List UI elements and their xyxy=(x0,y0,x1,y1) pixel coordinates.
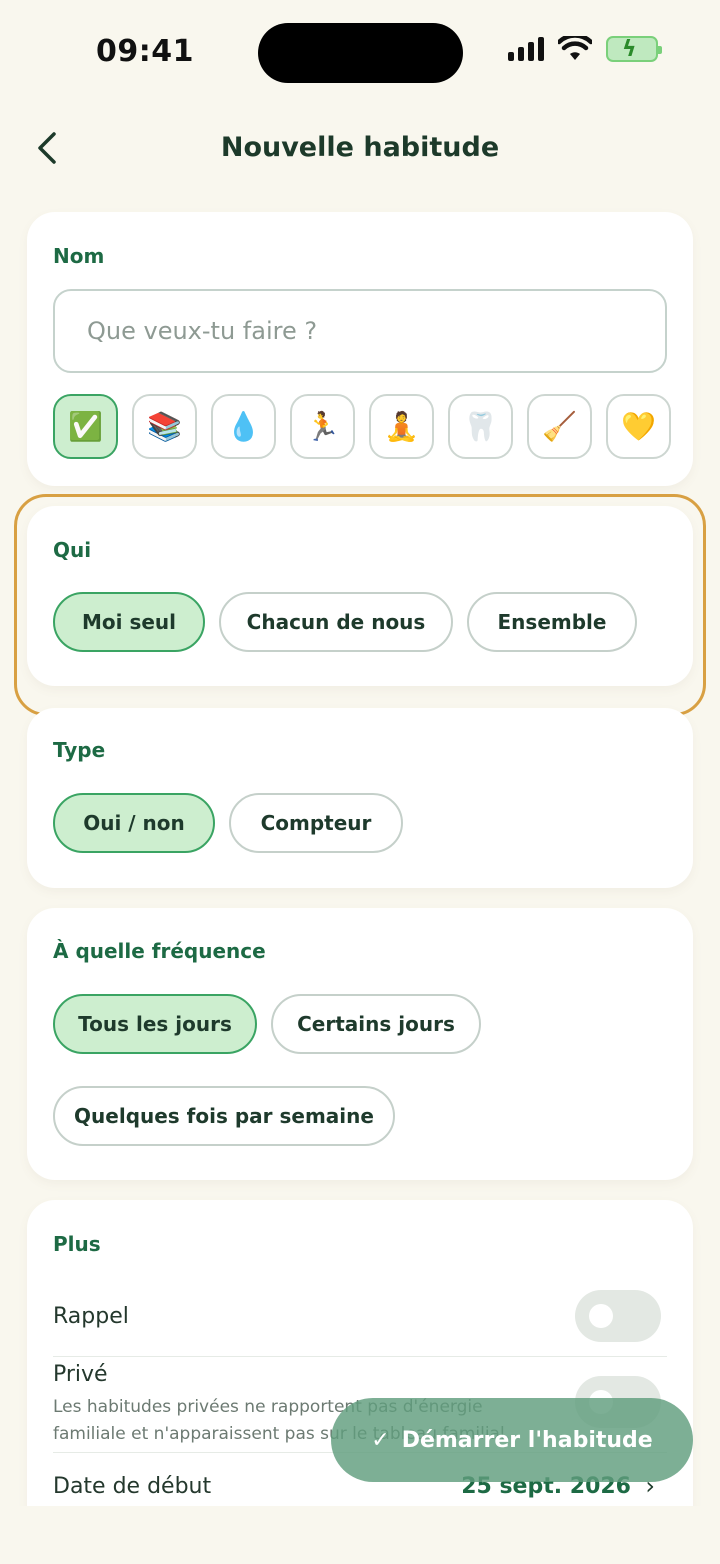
type-card: Type Oui / non Compteur xyxy=(27,708,693,888)
who-option-together[interactable]: Ensemble xyxy=(467,592,637,652)
emoji-picker: ✅ 📚 💧 🏃 🧘 🦷 🧹 💛 xyxy=(53,394,671,459)
emoji-option-books[interactable]: 📚 xyxy=(132,394,197,459)
type-option-yes-no[interactable]: Oui / non xyxy=(53,793,215,853)
toggle-knob xyxy=(589,1304,613,1328)
checkmark-icon: ✓ xyxy=(371,1427,390,1453)
frequency-card: À quelle fréquence Tous les jours Certai… xyxy=(27,908,693,1180)
type-option-counter[interactable]: Compteur xyxy=(229,793,403,853)
frequency-option-few-times-week[interactable]: Quelques fois par semaine xyxy=(53,1086,395,1146)
emoji-option-tooth[interactable]: 🦷 xyxy=(448,394,513,459)
reminder-toggle[interactable] xyxy=(575,1290,661,1342)
frequency-option-every-day[interactable]: Tous les jours xyxy=(53,994,257,1054)
bottom-safe-area xyxy=(0,1506,720,1564)
status-icons: ϟ xyxy=(508,36,662,62)
status-time: 09:41 xyxy=(96,34,194,69)
battery-icon: ϟ xyxy=(606,36,662,62)
cellular-signal-icon xyxy=(508,37,544,61)
reminder-label: Rappel xyxy=(53,1304,129,1329)
emoji-option-runner[interactable]: 🏃 xyxy=(290,394,355,459)
page-title: Nouvelle habitude xyxy=(220,132,500,163)
emoji-option-broom[interactable]: 🧹 xyxy=(527,394,592,459)
more-card: Plus Rappel Privé Les habitudes privées … xyxy=(27,1200,693,1540)
type-label: Type xyxy=(53,738,106,762)
wifi-icon xyxy=(558,36,592,60)
private-label: Privé xyxy=(53,1362,108,1387)
divider xyxy=(53,1356,667,1357)
frequency-option-certain-days[interactable]: Certains jours xyxy=(271,994,481,1054)
start-habit-label: Démarrer l'habitude xyxy=(401,1427,653,1453)
name-card: Nom ✅ 📚 💧 🏃 🧘 🦷 🧹 💛 xyxy=(27,212,693,486)
who-option-alone[interactable]: Moi seul xyxy=(53,592,205,652)
who-option-each-of-us[interactable]: Chacun de nous xyxy=(219,592,453,652)
emoji-option-droplet[interactable]: 💧 xyxy=(211,394,276,459)
who-card: Qui Moi seul Chacun de nous Ensemble xyxy=(27,506,693,686)
status-bar: 09:41 ϟ xyxy=(0,0,720,100)
start-habit-button[interactable]: ✓ Démarrer l'habitude xyxy=(331,1398,693,1482)
dynamic-island xyxy=(258,23,463,83)
header: Nouvelle habitude xyxy=(0,110,720,190)
emoji-option-meditation[interactable]: 🧘 xyxy=(369,394,434,459)
emoji-option-check[interactable]: ✅ xyxy=(53,394,118,459)
who-label: Qui xyxy=(53,538,92,562)
emoji-option-heart[interactable]: 💛 xyxy=(606,394,671,459)
habit-name-input[interactable] xyxy=(53,289,667,373)
name-label: Nom xyxy=(53,244,105,268)
frequency-label: À quelle fréquence xyxy=(53,939,266,963)
start-date-label: Date de début xyxy=(53,1474,212,1499)
more-label: Plus xyxy=(53,1232,101,1256)
